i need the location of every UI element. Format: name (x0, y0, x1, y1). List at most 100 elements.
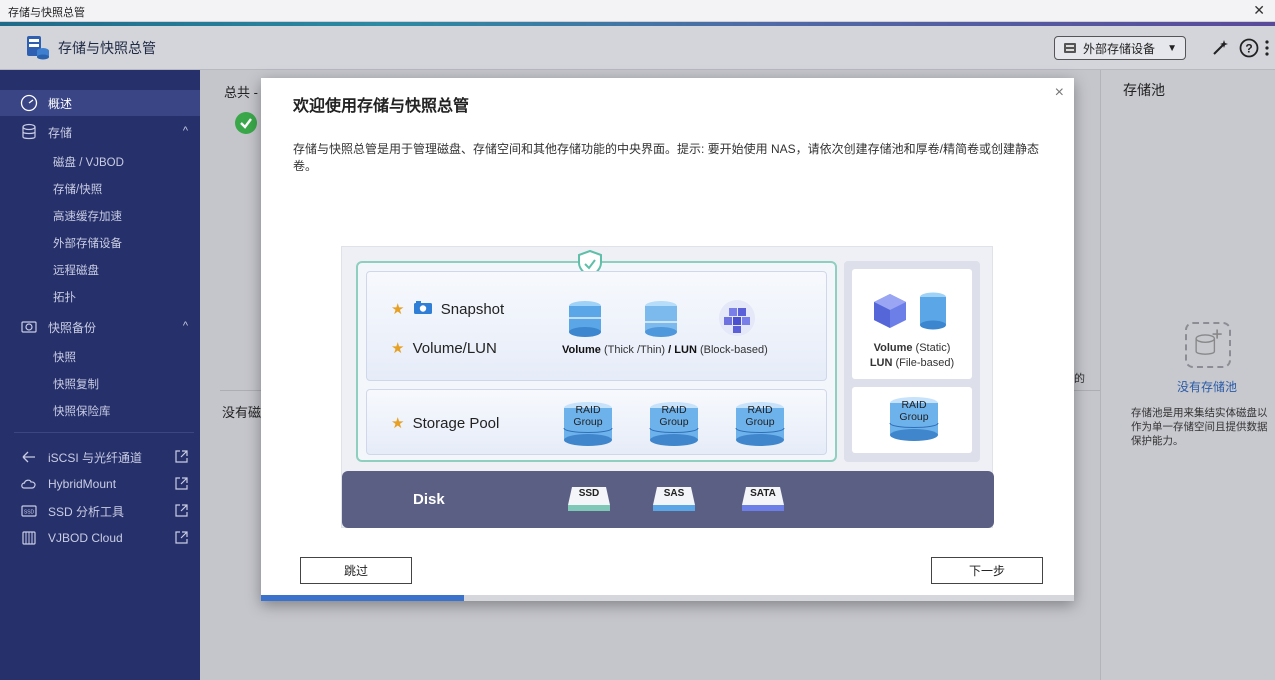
caret-down-icon: ▼ (1167, 43, 1177, 54)
sidebar-item-label: 快照保险库 (53, 406, 111, 418)
chevron-up-icon: ^ (182, 320, 188, 332)
more-menu-icon[interactable] (1264, 38, 1270, 58)
sidebar-item-cache[interactable]: 高速缓存加速 (0, 203, 200, 229)
sidebar-item-label: 拓扑 (53, 292, 76, 304)
storage-pool-description: 存储池是用来集结实体磁盘以作为单一存储空间且提供数据保护能力。 (1131, 407, 1268, 447)
sidebar-item-snapshot-vault[interactable]: 快照保险库 (0, 398, 200, 424)
app-title: 存储与快照总管 (58, 40, 156, 56)
sidebar-item-remote-disk[interactable]: 远程磁盘 (0, 257, 200, 283)
sidebar-item-snapshot-replica[interactable]: 快照复制 (0, 371, 200, 397)
block-lun-icon (719, 300, 755, 336)
window-close-button[interactable]: ✕ (1253, 2, 1265, 19)
app-header: 存储与快照总管 外部存储设备 ▼ ? (0, 26, 1275, 70)
partial-text: 的 (1074, 373, 1085, 385)
storage-pool-title: 存储池 (1123, 82, 1165, 98)
sidebar-item-topology[interactable]: 拓扑 (0, 284, 200, 310)
no-storage-pool-link[interactable]: 没有存储池 (1177, 378, 1237, 395)
svg-text:SSD: SSD (24, 510, 35, 516)
sidebar-item-storage-snapshots[interactable]: 存储/快照 (0, 176, 200, 202)
thin-volume-icon (645, 301, 677, 337)
check-icon (235, 112, 257, 134)
static-volume-label: Volume (Static) LUN (File-based) (869, 342, 955, 369)
dashboard-icon (20, 94, 38, 112)
sidebar-item-external[interactable]: 外部存储设备 (0, 230, 200, 256)
welcome-dialog: 欢迎使用存储与快照总管 × 存储与快照总管是用于管理磁盘、存储空间和其他存储功能… (261, 78, 1074, 601)
drive-icon (1064, 43, 1076, 53)
sidebar-item-label: 磁盘 / VJBOD (53, 157, 124, 169)
dialog-description: 存储与快照总管是用于管理磁盘、存储空间和其他存储功能的中央界面。提示: 要开始使… (293, 142, 1040, 173)
external-link-icon (175, 531, 188, 544)
sidebar-item-label: iSCSI 与光纤通道 (48, 450, 143, 465)
sidebar-item-disks[interactable]: 磁盘 / VJBOD (0, 149, 200, 175)
chevron-up-icon: ^ (182, 125, 188, 137)
sidebar-item-label: 存储/快照 (53, 184, 103, 196)
raid-group-label: RAID Group (745, 404, 775, 428)
sidebar-item-snapshot-backup[interactable]: 快照备份 ^ (0, 314, 200, 340)
sidebar-divider (14, 432, 194, 433)
camera-icon (413, 301, 432, 314)
sidebar-item-iscsi[interactable]: iSCSI 与光纤通道 (0, 444, 200, 470)
next-button[interactable]: 下一步 (931, 557, 1043, 584)
cube-icon (874, 294, 906, 328)
database-icon (22, 123, 36, 140)
storage-app-icon (27, 36, 49, 60)
external-storage-label: 外部存储设备 (1083, 41, 1156, 56)
disk-layer: Disk SSD SAS SATA (342, 471, 994, 528)
sas-disk-icon: SAS (651, 485, 697, 513)
snapshot-label: ★ Snapshot (391, 301, 505, 318)
vjbod-cloud-icon (22, 531, 36, 545)
storage-pool-card: ★ Storage Pool RAID Group RAID Group RAID G… (366, 389, 827, 455)
window-titlebar: 存储与快照总管 ✕ (0, 0, 1275, 22)
raid-group-label: RAID Group (899, 399, 929, 423)
volume-lun-label: ★ Volume/LUN (391, 340, 497, 357)
raid-group-label: RAID Group (573, 404, 603, 428)
iscsi-icon (22, 451, 35, 463)
dialog-title: 欢迎使用存储与快照总管 (293, 98, 470, 115)
static-volume-icon (920, 292, 946, 330)
volume-thick-thin-label: Volume (Thick /Thin) / LUN (Block-based) (562, 344, 768, 356)
sidebar-item-label: VJBOD Cloud (48, 531, 123, 545)
sidebar-item-label: HybridMount (48, 477, 117, 491)
sidebar-item-overview[interactable]: 概述 (0, 90, 200, 116)
sidebar-item-ssd-profiling[interactable]: SSD SSD 分析工具 (0, 498, 200, 524)
thick-thin-group: ★ Snapshot ★ Volume/LUN Volume (Thick /T… (356, 249, 837, 462)
camera-icon (21, 321, 37, 333)
sidebar-item-hybridmount[interactable]: HybridMount (0, 471, 200, 497)
sidebar-item-label: 概述 (48, 96, 73, 111)
disk-label: Disk (413, 491, 445, 508)
static-volume-card: Volume (Static) LUN (File-based) (852, 269, 972, 379)
add-storage-pool-icon[interactable] (1185, 322, 1231, 368)
thick-volume-icon (569, 301, 601, 337)
skip-button[interactable]: 跳过 (300, 557, 412, 584)
raid-group-label: RAID Group (659, 404, 689, 428)
cloud-icon (21, 479, 36, 489)
total-label: 总共 - (224, 85, 258, 100)
help-icon[interactable]: ? (1239, 38, 1259, 58)
sidebar-item-label: 外部存储设备 (53, 238, 122, 250)
sidebar-item-storage[interactable]: 存储 ^ (0, 119, 200, 145)
no-disk-label: 没有磁 (222, 405, 262, 420)
storage-pool-label: ★ Storage Pool (391, 415, 500, 432)
svg-text:?: ? (1245, 42, 1252, 56)
external-storage-button[interactable]: 外部存储设备 ▼ (1054, 36, 1186, 60)
magic-wand-icon[interactable] (1210, 38, 1230, 58)
external-link-icon (175, 477, 188, 490)
ssd-disk-icon: SSD (566, 485, 612, 513)
window-title: 存储与快照总管 (8, 7, 85, 19)
wizard-progress-fill (261, 595, 465, 601)
external-link-icon (175, 504, 188, 517)
sidebar-item-label: 快照复制 (53, 379, 99, 391)
ssd-icon: SSD (21, 505, 37, 517)
sidebar-item-label: 快照 (53, 352, 76, 364)
storage-architecture-diagram: ★ Snapshot ★ Volume/LUN Volume (Thick /T… (341, 246, 994, 528)
sidebar-item-vjbod-cloud[interactable]: VJBOD Cloud (0, 525, 200, 551)
wizard-progress-bar (261, 595, 1074, 601)
sidebar-item-label: 存储 (48, 125, 73, 140)
sidebar-item-snapshot[interactable]: 快照 (0, 344, 200, 370)
sidebar-item-label: 远程磁盘 (53, 265, 99, 277)
sidebar: 概述 存储 ^ 磁盘 / VJBOD 存储/快照 高速缓存加速 外部存储设备 远… (0, 70, 200, 680)
dialog-close-button[interactable]: × (1055, 84, 1064, 102)
static-raid-card: RAID Group (852, 387, 972, 453)
sidebar-item-label: SSD 分析工具 (48, 504, 125, 519)
sidebar-item-label: 高速缓存加速 (53, 211, 122, 223)
